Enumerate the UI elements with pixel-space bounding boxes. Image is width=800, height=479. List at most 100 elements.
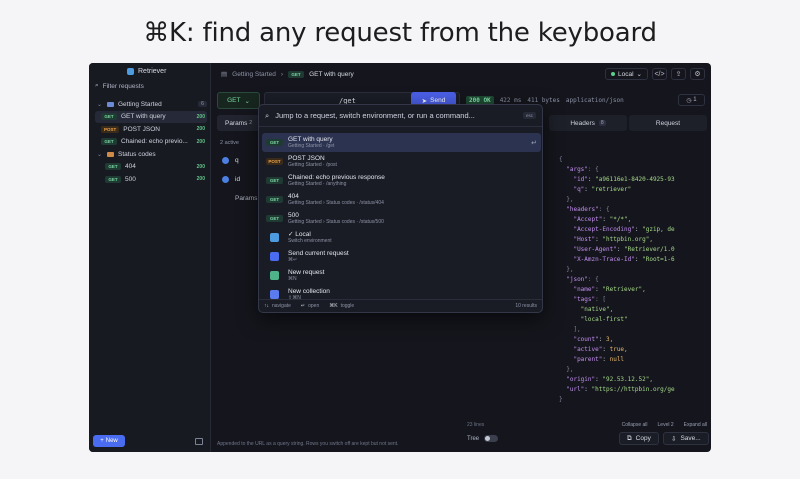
toggle-icon[interactable]: [222, 157, 229, 164]
palette-item-text: Send current request ⌘↵: [288, 250, 349, 264]
method-badge: POST: [101, 125, 120, 133]
code-icon[interactable]: </>: [652, 68, 667, 80]
app-window: Retriever ⌕ Filter requests ⌄ Getting St…: [89, 63, 711, 452]
tree-toggle[interactable]: Tree: [467, 435, 499, 442]
folder-icon: [107, 151, 114, 157]
env-label: Local: [618, 70, 634, 78]
send-label: Send: [430, 97, 446, 104]
palette-footer: ↑↓ navigate ↵ open ⌘K toggle 10 results: [259, 299, 542, 312]
json-line: "headers": {: [566, 206, 610, 213]
environment-select[interactable]: Local ⌄: [605, 68, 648, 80]
json-line: "name": "Retriever",: [573, 286, 646, 293]
new-button[interactable]: + New: [93, 435, 125, 447]
palette-item-subtitle: Switch environment: [288, 237, 332, 244]
tree-item-500[interactable]: GET 500 200: [95, 173, 207, 186]
palette-item-text: ✓ Local Switch environment: [288, 231, 332, 245]
palette-item-text: 404 Getting Started › Status codes · /sta…: [288, 193, 384, 207]
params-hint: Appended to the URL as a query string. R…: [217, 441, 399, 447]
tree-item-post-json[interactable]: POST POST JSON 200: [95, 123, 207, 136]
command-palette: ⌕ Jump to a request, switch environment,…: [258, 104, 543, 313]
tab-label: Headers: [570, 119, 595, 127]
palette-item[interactable]: POST POST JSON Getting Started · /post: [262, 152, 541, 171]
command-icon: [270, 233, 279, 242]
collapse-all-button[interactable]: Collapse all: [622, 422, 648, 428]
json-line: },: [559, 366, 574, 373]
status-badge: 200: [196, 138, 205, 145]
save-button[interactable]: ⇩ Save...: [663, 432, 709, 445]
param-key: q: [235, 157, 239, 164]
param-key: id: [235, 176, 241, 183]
json-line: "User-Agent": "Retriever/1.0: [573, 246, 675, 253]
tab-headers[interactable]: Headers 8: [549, 115, 627, 131]
json-line: "local-first": [559, 316, 628, 323]
json-line: "id": "a96116e1-8420-4925-93: [573, 176, 675, 183]
request-label: Chained: echo previo...: [121, 138, 188, 146]
json-line: },: [559, 196, 574, 203]
copy-label: Copy: [635, 435, 651, 442]
tab-label: Request: [655, 119, 681, 127]
command-icon: [270, 290, 279, 299]
palette-item[interactable]: Send current request ⌘↵: [262, 247, 541, 266]
params-footer: Params: [235, 195, 258, 202]
method-select[interactable]: GET ⌄: [217, 92, 260, 109]
copy-icon: ⧉: [627, 434, 632, 442]
palette-item-subtitle: Getting Started · /get: [288, 142, 335, 149]
palette-item-title: GET with query: [288, 135, 333, 143]
breadcrumb: ▤ Getting Started › GET GET with query: [221, 70, 354, 78]
toggle-icon[interactable]: [222, 176, 229, 183]
palette-item[interactable]: ✓ Local Switch environment: [262, 228, 541, 247]
method-badge: GET: [101, 138, 117, 146]
tab-params[interactable]: Params 2: [217, 115, 260, 131]
palette-item[interactable]: GET 500 Getting Started › Status codes · /…: [262, 209, 541, 228]
navigate-hint: ↑↓ navigate: [264, 303, 291, 309]
tree-item-chained[interactable]: GET Chained: echo previo... 200: [95, 136, 207, 149]
request-tabs: Params 2: [217, 115, 260, 131]
result-count: 10 results: [515, 303, 537, 309]
json-viewer: { "args": { "id": "a96116e1-8420-4925-93…: [559, 155, 709, 405]
line-count: 23 lines: [467, 422, 485, 428]
search-icon: ⌕: [95, 82, 99, 89]
folder-count: 6: [197, 101, 207, 108]
method-badge: GET: [101, 113, 117, 121]
toggle-switch[interactable]: [484, 435, 499, 442]
gear-icon[interactable]: ⚙: [690, 68, 705, 80]
folder-label: Getting Started: [118, 100, 162, 108]
status-badge: 200: [196, 176, 205, 183]
copy-button[interactable]: ⧉ Copy: [619, 432, 659, 445]
history-button[interactable]: ◷ 1: [678, 94, 705, 106]
folder-icon: ▤: [221, 71, 228, 78]
palette-results: GET GET with query Getting Started · /get ↵…: [262, 133, 541, 304]
json-line: "origin": "92.53.12.52",: [566, 376, 653, 383]
param-row[interactable]: q: [222, 157, 239, 164]
palette-item-text: New request ⌘N: [288, 269, 325, 283]
palette-item[interactable]: GET GET with query Getting Started · /get ↵: [262, 133, 541, 152]
palette-search-input[interactable]: ⌕ Jump to a request, switch environment,…: [259, 105, 542, 127]
share-icon[interactable]: ⇪: [671, 68, 686, 80]
tab-count: 8: [598, 120, 606, 126]
filter-input[interactable]: ⌕ Filter requests: [95, 80, 205, 92]
level-select[interactable]: Level 2: [658, 422, 674, 428]
breadcrumb-folder[interactable]: Getting Started: [232, 71, 276, 78]
folder-status-codes[interactable]: ⌄ Status codes: [95, 148, 207, 161]
expand-all-button[interactable]: Expand all: [684, 422, 707, 428]
tree-item-get-with-query[interactable]: GET GET with query 200: [95, 110, 207, 123]
status-badge: 200: [196, 163, 205, 170]
palette-item[interactable]: GET Chained: echo previous response Gettin…: [262, 171, 541, 190]
tab-count: 2: [249, 120, 252, 126]
env-status-dot: [611, 72, 615, 76]
response-type: application/json: [565, 97, 624, 104]
folder-getting-started[interactable]: ⌄ Getting Started 6: [95, 98, 207, 111]
palette-item-title: Chained: echo previous response: [288, 173, 385, 181]
app-title: Retriever: [127, 68, 166, 75]
tree-item-404[interactable]: GET 404 200: [95, 161, 207, 174]
palette-item[interactable]: GET 404 Getting Started › Status codes · /…: [262, 190, 541, 209]
palette-item-text: Chained: echo previous response Getting S…: [288, 174, 385, 188]
tab-request[interactable]: Request: [629, 115, 707, 131]
palette-placeholder: Jump to a request, switch environment, o…: [275, 111, 475, 120]
palette-item[interactable]: New request ⌘N: [262, 266, 541, 285]
chevron-down-icon: ⌄: [97, 101, 103, 108]
json-line: ],: [559, 326, 581, 333]
sidebar-toggle-icon[interactable]: [195, 438, 203, 445]
param-row[interactable]: id: [222, 176, 240, 183]
history-count: 1: [693, 97, 697, 103]
